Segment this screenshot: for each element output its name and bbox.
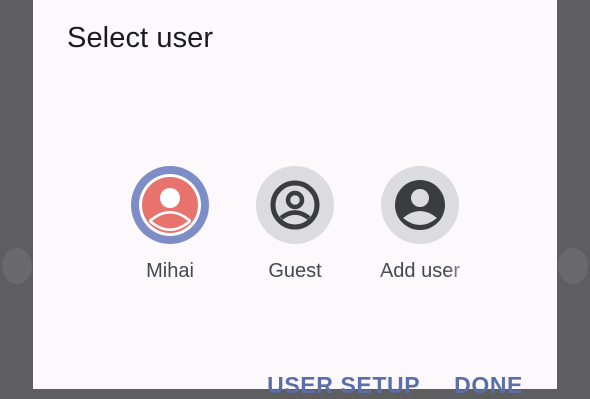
person-avatar-icon — [139, 174, 201, 236]
user-tile-add-user[interactable]: Add user — [360, 166, 480, 291]
user-name: Guest — [268, 260, 322, 282]
user-tile-guest[interactable]: Guest — [235, 166, 355, 291]
user-name: Add user — [379, 260, 461, 282]
user-name: Mihai — [146, 260, 194, 282]
user-tile-mihai[interactable]: Mihai — [110, 166, 230, 291]
account-circle-icon — [395, 180, 445, 230]
user-list: Mihai Guest Add user — [33, 0, 557, 389]
user-avatar — [381, 166, 459, 244]
user-avatar-selected — [131, 166, 209, 244]
user-setup-button[interactable]: USER SETUP — [267, 372, 420, 399]
done-button[interactable]: DONE — [454, 372, 523, 399]
background-left-edge — [2, 248, 32, 284]
select-user-dialog: Select user Mihai Guest Add user USER SE… — [33, 0, 557, 398]
dialog-actions: USER SETUP DONE — [267, 372, 523, 399]
user-avatar — [256, 166, 334, 244]
account-circle-icon — [270, 180, 320, 230]
background-right-edge — [558, 248, 588, 284]
